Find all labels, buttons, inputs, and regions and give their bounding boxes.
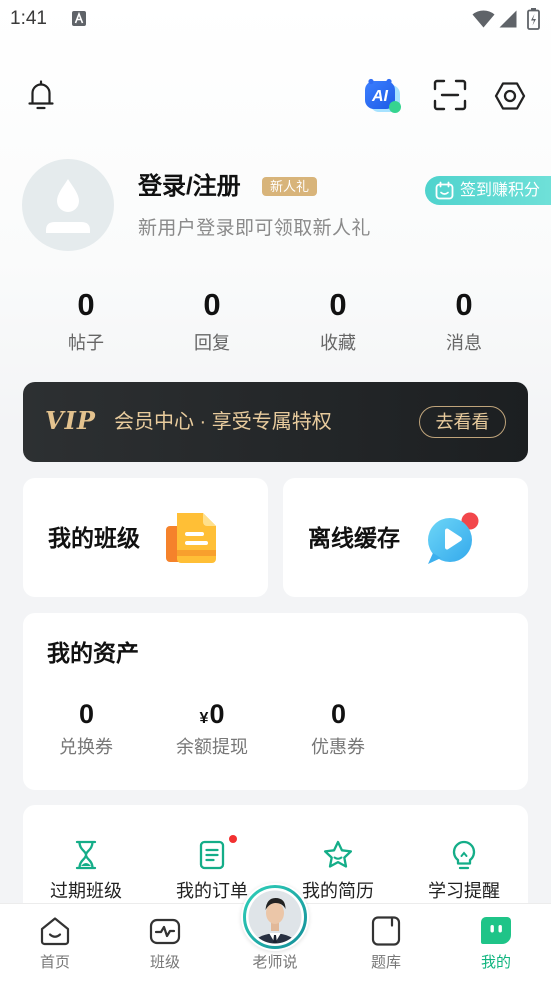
ai-assistant-icon[interactable]: AI — [362, 77, 404, 120]
stat-messages[interactable]: 0 消息 — [414, 287, 514, 354]
service-label: 过期班级 — [50, 881, 122, 901]
order-icon — [196, 839, 228, 871]
stat-favorites[interactable]: 0 收藏 — [288, 287, 388, 354]
class-document-icon — [164, 509, 222, 567]
offline-video-icon — [424, 509, 482, 567]
offline-cache-title: 离线缓存 — [308, 525, 400, 551]
asset-coupons[interactable]: 0 优惠券 — [288, 698, 388, 758]
lightbulb-icon — [448, 839, 480, 871]
service-study-reminder[interactable]: 学习提醒 — [409, 839, 519, 902]
me-chat-icon — [479, 914, 513, 948]
asset-label: 余额提现 — [176, 737, 248, 757]
stat-value: 0 — [203, 287, 221, 322]
vip-banner[interactable]: VIP 会员中心 · 享受专属特权 去看看 — [23, 382, 528, 462]
stat-label: 消息 — [446, 333, 482, 353]
question-bank-icon — [369, 914, 403, 948]
nav-class[interactable]: 班级 — [110, 914, 220, 972]
my-classes-title: 我的班级 — [48, 525, 140, 551]
offline-cache-card[interactable]: 离线缓存 — [283, 478, 528, 597]
pulse-icon — [148, 914, 182, 948]
my-classes-card[interactable]: 我的班级 — [23, 478, 268, 597]
vip-logo: VIP — [45, 406, 96, 435]
vip-description: 会员中心 · 享受专属特权 — [114, 411, 332, 433]
asset-currency: ¥ — [199, 710, 209, 727]
asset-label: 优惠券 — [311, 737, 365, 757]
order-badge-dot — [229, 835, 237, 843]
nav-label: 首页 — [39, 954, 70, 971]
stat-label: 收藏 — [320, 333, 356, 353]
checkin-points-button[interactable]: 签到赚积分 — [425, 176, 551, 205]
bell-icon[interactable] — [26, 78, 56, 117]
battery-charging-icon — [527, 8, 540, 35]
nav-label: 老师说 — [252, 954, 298, 971]
stat-value: 0 — [77, 287, 95, 322]
stat-replies[interactable]: 0 回复 — [162, 287, 262, 354]
vip-view-button[interactable]: 去看看 — [419, 406, 506, 438]
asset-vouchers[interactable]: 0 兑换券 — [36, 698, 136, 758]
new-user-gift-badge: 新人礼 — [262, 177, 318, 196]
checkin-label: 签到赚积分 — [460, 182, 541, 199]
nav-question-bank[interactable]: 题库 — [331, 914, 441, 972]
login-register-link[interactable]: 登录/注册 — [138, 171, 241, 203]
notification-a-icon — [72, 11, 86, 31]
scan-icon[interactable] — [433, 79, 467, 116]
ai-logo-text: AI — [371, 88, 389, 105]
nav-label: 我的 — [480, 954, 511, 971]
service-label: 学习提醒 — [428, 881, 500, 901]
stat-value: 0 — [329, 287, 347, 322]
stat-posts[interactable]: 0 帖子 — [36, 287, 136, 354]
nav-label: 题库 — [370, 954, 401, 971]
home-icon — [38, 914, 72, 948]
service-expired-classes[interactable]: 过期班级 — [31, 839, 141, 902]
teacher-avatar[interactable] — [241, 883, 309, 951]
my-assets-title: 我的资产 — [47, 640, 139, 666]
asset-balance-withdraw[interactable]: ¥0 余额提现 — [162, 698, 262, 758]
star-icon — [322, 839, 354, 871]
stat-value: 0 — [455, 287, 473, 322]
nav-label: 班级 — [149, 954, 180, 971]
avatar[interactable] — [22, 159, 114, 251]
settings-icon[interactable] — [493, 79, 527, 118]
signal-icon — [499, 10, 517, 33]
nav-me[interactable]: 我的 — [441, 914, 551, 972]
asset-label: 兑换券 — [59, 737, 113, 757]
calendar-icon — [435, 181, 454, 200]
asset-value: 0 — [330, 699, 347, 729]
status-time: 1:41 — [10, 8, 47, 29]
wifi-icon — [472, 10, 495, 33]
stat-label: 回复 — [194, 333, 230, 353]
hourglass-icon — [70, 839, 102, 871]
login-subtitle: 新用户登录即可领取新人礼 — [138, 218, 371, 239]
stat-label: 帖子 — [68, 333, 104, 353]
asset-value: 0 — [78, 699, 95, 729]
nav-home[interactable]: 首页 — [0, 914, 110, 972]
asset-value: 0 — [209, 699, 225, 729]
my-assets-card: 我的资产 0 兑换券 ¥0 余额提现 0 优惠券 — [23, 613, 528, 790]
